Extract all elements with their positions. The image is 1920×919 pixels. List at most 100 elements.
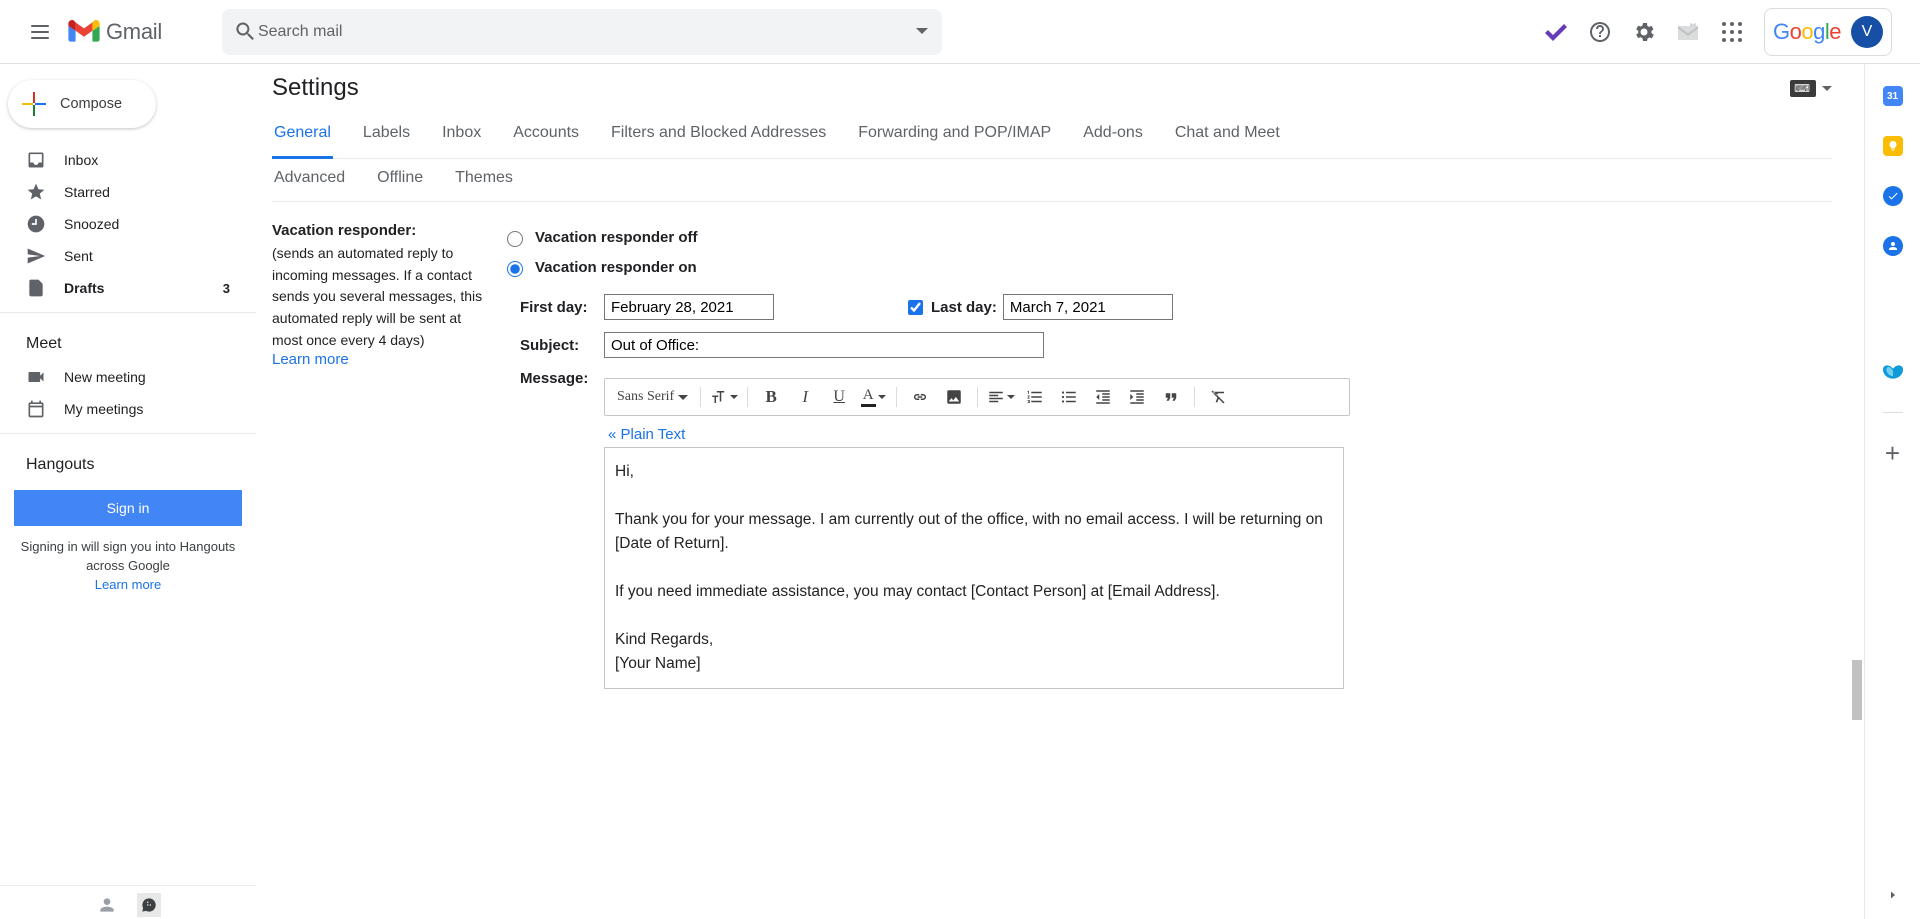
support-icon[interactable]	[1588, 20, 1612, 44]
tab-accounts[interactable]: Accounts	[511, 114, 581, 158]
responder-off-radio[interactable]	[507, 231, 523, 247]
tab-forwarding-and-pop-imap[interactable]: Forwarding and POP/IMAP	[856, 114, 1053, 158]
scrollbar-thumb[interactable]	[1852, 660, 1862, 720]
nav-my-meetings[interactable]: My meetings	[0, 393, 256, 425]
learn-more-link[interactable]: Learn more	[272, 351, 349, 368]
keep-addon-icon[interactable]	[1883, 136, 1903, 156]
tasks-addon-icon[interactable]	[1883, 186, 1903, 206]
formatting-toolbar: Sans Serif B I U A	[604, 378, 1350, 416]
app-header: Gmail Google V	[0, 0, 1920, 64]
nav-starred[interactable]: Starred	[0, 176, 256, 208]
nav-snoozed[interactable]: Snoozed	[0, 208, 256, 240]
left-sidebar: Compose Inbox Starred Snoozed Sent Draft…	[0, 64, 256, 919]
tab-inbox[interactable]: Inbox	[440, 114, 483, 158]
responder-off-option[interactable]: Vacation responder off	[502, 222, 1832, 252]
right-sidepanel: 31 +	[1864, 64, 1920, 919]
nav-drafts[interactable]: Drafts3	[0, 272, 256, 304]
last-day-input[interactable]	[1003, 294, 1173, 320]
remove-formatting-button[interactable]	[1203, 382, 1233, 412]
nav-new-meeting[interactable]: New meeting	[0, 361, 256, 393]
calendar-addon-icon[interactable]: 31	[1883, 86, 1903, 106]
message-editor[interactable]: Hi, Thank you for your message. I am cur…	[604, 447, 1344, 689]
tab-add-ons[interactable]: Add-ons	[1081, 114, 1145, 158]
settings-tabs: General Labels Inbox Accounts Filters and Bl…	[272, 114, 1832, 159]
google-apps-icon[interactable]	[1720, 20, 1744, 44]
drafts-count: 3	[223, 281, 230, 296]
google-account-switcher[interactable]: Google V	[1764, 8, 1892, 56]
search-options-icon[interactable]	[916, 26, 928, 38]
keyboard-icon: ⌨	[1790, 80, 1816, 97]
folder-nav: Inbox Starred Snoozed Sent Drafts3	[0, 144, 256, 304]
tab-chat-and-meet[interactable]: Chat and Meet	[1173, 114, 1282, 158]
font-family-select[interactable]: Sans Serif	[613, 382, 692, 412]
tab-offline[interactable]: Offline	[375, 159, 425, 201]
indent-less-button[interactable]	[1088, 382, 1118, 412]
tab-labels[interactable]: Labels	[361, 114, 412, 158]
quote-button[interactable]	[1156, 382, 1186, 412]
first-day-label: First day:	[520, 299, 604, 316]
subject-input[interactable]	[604, 332, 1044, 358]
nav-sent[interactable]: Sent	[0, 240, 256, 272]
responder-on-radio[interactable]	[507, 261, 523, 277]
hangouts-bottom-bar	[0, 885, 256, 919]
hangouts-signin-button[interactable]: Sign in	[14, 490, 242, 526]
gmail-text: Gmail	[106, 19, 162, 45]
get-addons-button[interactable]: +	[1883, 443, 1903, 463]
offline-icon[interactable]	[1676, 20, 1700, 44]
bold-button[interactable]: B	[756, 382, 786, 412]
gmail-logo[interactable]: Gmail	[68, 19, 162, 45]
main-menu-button[interactable]	[16, 8, 64, 56]
underline-button[interactable]: U	[824, 382, 854, 412]
chevron-down-icon	[878, 395, 886, 403]
first-day-input[interactable]	[604, 294, 774, 320]
compose-button[interactable]: Compose	[8, 80, 156, 128]
input-tools-button[interactable]: ⌨	[1790, 80, 1832, 97]
divider	[0, 312, 256, 313]
chevron-down-icon	[1007, 395, 1015, 403]
italic-button[interactable]: I	[790, 382, 820, 412]
indent-more-button[interactable]	[1122, 382, 1152, 412]
search-input[interactable]	[256, 22, 916, 42]
compose-plus-icon	[22, 92, 46, 116]
tab-themes[interactable]: Themes	[453, 159, 515, 201]
hangouts-header: Hangouts	[0, 442, 256, 482]
collapse-sidepanel-button[interactable]	[1881, 883, 1905, 907]
nav-inbox[interactable]: Inbox	[0, 144, 256, 176]
bulleted-list-button[interactable]	[1054, 382, 1084, 412]
responder-on-option[interactable]: Vacation responder on	[502, 252, 1832, 282]
subject-label: Subject:	[520, 337, 604, 354]
text-color-button[interactable]: A	[858, 382, 888, 412]
plain-text-link[interactable]: « Plain Text	[608, 426, 685, 443]
main-content: Settings ⌨ General Labels Inbox Accounts Fil…	[256, 64, 1864, 919]
settings-tabs-row2: Advanced Offline Themes	[272, 159, 1832, 202]
trello-addon-icon[interactable]	[1883, 362, 1903, 382]
search-bar[interactable]	[222, 9, 942, 55]
page-title: Settings	[272, 74, 359, 102]
meet-nav: New meeting My meetings	[0, 361, 256, 425]
compose-label: Compose	[60, 96, 122, 112]
contacts-addon-icon[interactable]	[1883, 236, 1903, 256]
insert-image-button[interactable]	[939, 382, 969, 412]
last-day-checkbox[interactable]	[908, 300, 923, 315]
hangouts-chat-icon[interactable]	[137, 893, 161, 917]
hangouts-learn-more-link[interactable]: Learn more	[20, 576, 236, 595]
settings-gear-icon[interactable]	[1632, 20, 1656, 44]
tab-general[interactable]: General	[272, 114, 333, 159]
tab-advanced[interactable]: Advanced	[272, 159, 347, 201]
hangouts-contacts-icon[interactable]	[95, 893, 119, 917]
vacation-responder-label: Vacation responder:	[272, 222, 492, 239]
font-size-button[interactable]	[709, 382, 739, 412]
tasks-icon[interactable]	[1544, 20, 1568, 44]
numbered-list-button[interactable]	[1020, 382, 1050, 412]
message-label: Message:	[520, 370, 604, 387]
divider	[1883, 412, 1903, 413]
header-actions: Google V	[1544, 8, 1892, 56]
account-avatar[interactable]: V	[1851, 16, 1883, 48]
tab-filters-and-blocked-addresses[interactable]: Filters and Blocked Addresses	[609, 114, 828, 158]
insert-link-button[interactable]	[905, 382, 935, 412]
chevron-down-icon	[1822, 86, 1832, 96]
search-icon	[236, 22, 256, 42]
google-logo: Google	[1773, 19, 1841, 45]
meet-header: Meet	[0, 321, 256, 361]
align-button[interactable]	[986, 382, 1016, 412]
